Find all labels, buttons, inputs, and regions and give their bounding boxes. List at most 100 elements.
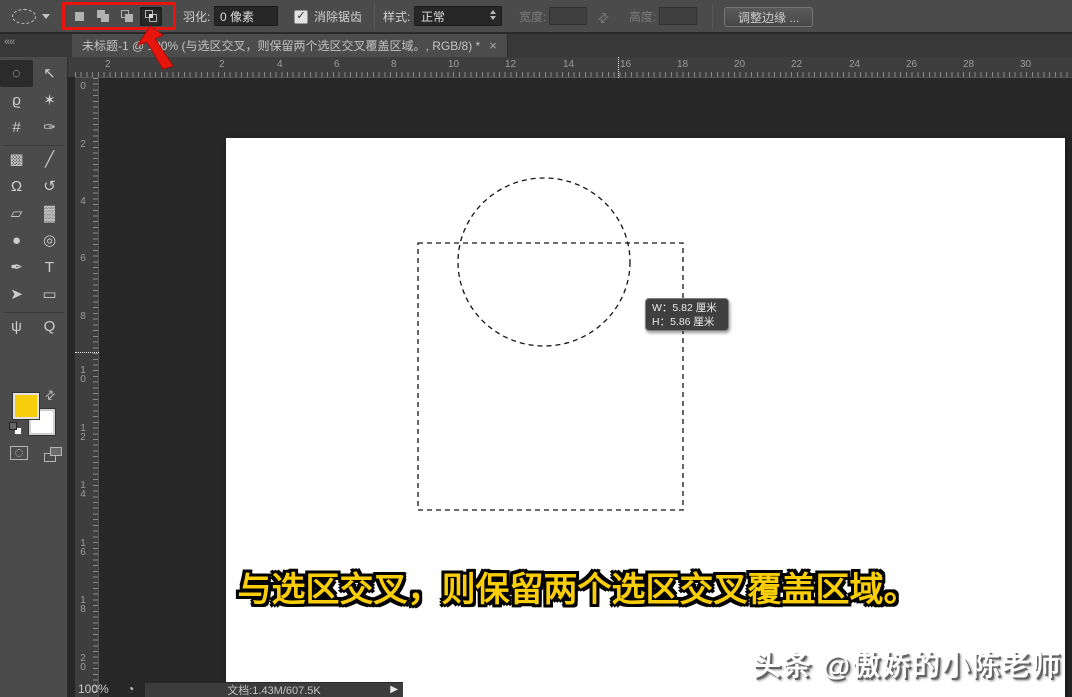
ruler-tick-label: 2 0 (80, 653, 86, 673)
dodge-tool[interactable]: ◎ (33, 227, 66, 254)
ruler-tick-label: 8 (391, 59, 397, 70)
quick-mask-icon[interactable] (10, 446, 28, 460)
chevron-down-icon (42, 14, 50, 19)
lasso-tool[interactable]: ϱ (0, 87, 33, 114)
ruler-tick-label: 20 (734, 59, 746, 70)
ruler-tick-label: 24 (849, 59, 861, 70)
hand-tool[interactable]: ψ (0, 313, 33, 340)
tools-panel: ◌ ↖ ϱ ✶ # ✑ ▩ ╱ Ω ↺ ▱ ▓ ● ◎ ✒ T ➤ ▭ ψ Q ⇄ (0, 57, 68, 697)
zoom-tool[interactable]: Q (33, 313, 66, 340)
ruler-cursor-indicator-x (618, 57, 619, 78)
ruler-tick-label: 0 (80, 81, 86, 92)
options-separator (374, 4, 375, 29)
shape-tool-icon: ▭ (42, 286, 57, 303)
options-separator (712, 4, 713, 29)
ruler-tick-label: 14 (563, 59, 575, 70)
foreground-color-swatch[interactable] (12, 392, 40, 420)
width-input[interactable] (549, 7, 587, 25)
path-selection-tool[interactable]: ➤ (0, 281, 33, 308)
history-brush-tool[interactable]: ↺ (33, 173, 66, 200)
ruler-tick-label: 4 (277, 59, 283, 70)
ruler-tick-label: 10 (448, 59, 460, 70)
path-selection-tool-icon: ➤ (10, 286, 23, 303)
crop-tool-icon: # (12, 119, 21, 136)
feather-label: 羽化: (183, 10, 211, 24)
tool-preset-picker[interactable] (12, 0, 50, 33)
pen-tool-icon: ✒ (10, 259, 23, 276)
screen-mode-icon[interactable] (44, 447, 62, 462)
ruler-tick-label: 1 6 (80, 538, 86, 558)
stepper-icon (490, 10, 496, 20)
type-tool[interactable]: T (33, 254, 66, 281)
tutorial-caption: 与选区交叉，则保留两个选区交叉覆盖区域。 (237, 571, 918, 609)
style-value: 正常 (421, 9, 446, 24)
ruler-tick-label: 22 (791, 59, 803, 70)
left-ruler[interactable]: 0 2 4 6 8 1 0 1 2 1 4 1 6 1 8 2 0 (75, 78, 99, 697)
pen-tool[interactable]: ✒ (0, 254, 33, 281)
ruler-tick-label: 8 (80, 311, 86, 322)
eraser-tool[interactable]: ▱ (0, 200, 33, 227)
antialias-checkbox[interactable]: ✓ (294, 9, 308, 24)
brush-tool[interactable]: ╱ (33, 146, 66, 173)
move-tool[interactable]: ↖ (33, 60, 66, 87)
ellipse-marquee-preset-icon (12, 9, 36, 24)
document-info-bar[interactable]: 文档:1.43M/607.5K ▶ (145, 682, 403, 697)
blur-tool-icon: ● (11, 232, 22, 249)
ruler-tick-label: 28 (963, 59, 975, 70)
shape-tool[interactable]: ▭ (33, 281, 66, 308)
tooltip-width-value: W：5.82 厘米 (652, 302, 717, 314)
ruler-tick-label: 12 (505, 59, 517, 70)
feather-input[interactable] (214, 6, 278, 26)
blur-tool[interactable]: ● (0, 227, 33, 254)
top-ruler[interactable]: 2 0 2 4 6 8 10 12 14 16 18 20 22 24 26 28 30 (75, 57, 1072, 78)
healing-brush-tool-icon: ▩ (9, 151, 24, 168)
status-icon: ◔ (127, 682, 135, 696)
ruler-tick-label: 2 (219, 59, 225, 70)
brush-tool-icon: ╱ (44, 151, 55, 168)
collapse-panels-icon[interactable]: «« (4, 36, 15, 48)
ruler-cursor-indicator-y (75, 352, 99, 353)
ruler-tick-label: 1 4 (80, 480, 86, 500)
clone-stamp-tool[interactable]: Ω (0, 173, 33, 200)
height-label: 高度: (629, 10, 657, 24)
hand-tool-icon: ψ (11, 318, 22, 335)
refine-edge-button[interactable]: 调整边缘 ... (724, 7, 814, 27)
tooltip-height-value: H：5.86 厘米 (652, 316, 715, 328)
zoom-level[interactable]: 100% (78, 682, 109, 696)
style-label: 样式: (383, 10, 411, 24)
crop-tool[interactable]: # (0, 114, 33, 141)
magic-wand-tool-icon: ✶ (43, 92, 56, 109)
style-dropdown[interactable]: 正常 (414, 6, 502, 26)
eyedropper-tool[interactable]: ✑ (33, 114, 66, 141)
document-canvas[interactable] (226, 138, 1065, 697)
magic-wand-tool[interactable]: ✶ (33, 87, 66, 114)
ruler-tick-label: 1 2 (80, 423, 86, 443)
document-tab[interactable]: 未标题-1 @ 100% (与选区交叉，则保留两个选区交叉覆盖区域。, RGB/… (72, 34, 508, 57)
document-tab-bar: «« 未标题-1 @ 100% (与选区交叉，则保留两个选区交叉覆盖区域。, R… (0, 34, 1072, 57)
swap-colors-icon[interactable]: ⇄ (42, 386, 59, 403)
lasso-tool-icon: ϱ (12, 92, 21, 109)
close-tab-icon[interactable]: × (489, 39, 497, 52)
status-popup-arrow-icon[interactable]: ▶ (390, 684, 398, 695)
default-colors-icon[interactable] (9, 422, 22, 435)
ruler-tick-label: 1 8 (80, 595, 86, 615)
swap-dimensions-icon[interactable]: ⇄ (594, 8, 613, 27)
size-tooltip: W：5.82 厘米 H：5.86 厘米 (645, 298, 729, 331)
ruler-tick-label: 6 (80, 253, 86, 264)
type-tool-icon: T (44, 259, 55, 276)
ruler-tick-label: 2 (80, 139, 86, 150)
height-input[interactable] (659, 7, 697, 25)
healing-brush-tool[interactable]: ▩ (0, 146, 33, 173)
move-tool-icon: ↖ (43, 65, 56, 82)
ellipse-marquee-tool[interactable]: ◌ (0, 60, 33, 87)
annotation-highlight-box (62, 2, 176, 30)
ruler-tick-label: 16 (620, 59, 632, 70)
clone-stamp-tool-icon: Ω (10, 178, 23, 195)
gradient-tool[interactable]: ▓ (33, 200, 66, 227)
ruler-tick-label: 18 (677, 59, 689, 70)
zoom-tool-icon: Q (43, 318, 56, 335)
dodge-tool-icon: ◎ (42, 232, 57, 249)
ruler-tick-label: 4 (80, 196, 86, 207)
ruler-tick-label: 30 (1020, 59, 1032, 70)
eraser-tool-icon: ▱ (10, 205, 23, 222)
